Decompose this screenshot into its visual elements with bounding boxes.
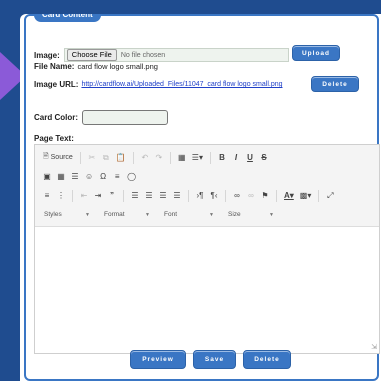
toolbar-row-4: Styles ▼ Format ▼ Font ▼ Size ▼ — [41, 205, 373, 224]
size-label: Size — [228, 211, 241, 218]
paste-icon[interactable]: 📋 — [114, 151, 128, 165]
link-icon[interactable]: ∞ — [231, 189, 243, 203]
toolbar-separator — [132, 151, 134, 164]
special-char-icon[interactable]: Ω — [97, 170, 109, 184]
ltr-icon[interactable]: ›¶ — [194, 189, 206, 203]
size-select[interactable]: Size ▼ — [225, 208, 277, 221]
align-left-icon[interactable]: ☰ — [129, 189, 141, 203]
align-center-icon[interactable]: ☰ — [143, 189, 155, 203]
toolbar-separator — [188, 189, 189, 202]
iframe-icon[interactable]: ◯ — [125, 170, 138, 184]
image-row: Image: Choose File No file chosen — [34, 48, 289, 62]
upload-button[interactable]: Upload — [292, 45, 340, 61]
toolbar-separator — [79, 151, 81, 164]
file-input[interactable]: Choose File No file chosen — [63, 48, 289, 62]
card-color-label: Card Color: — [34, 113, 78, 122]
page-break-icon[interactable]: ≡ — [111, 170, 123, 184]
styles-label: Styles — [44, 211, 62, 218]
image-url-label: Image URL: — [34, 80, 79, 89]
delete-image-button[interactable]: Delete — [311, 76, 359, 92]
indent-icon[interactable]: ⇥ — [92, 189, 104, 203]
chevron-down-icon: ▼ — [145, 211, 150, 218]
italic-icon[interactable]: I — [230, 151, 242, 165]
outdent-icon[interactable]: ⇤ — [78, 189, 90, 203]
font-label: Font — [164, 211, 178, 218]
toolbar-separator — [123, 189, 124, 202]
smiley-icon[interactable]: ☺ — [83, 170, 95, 184]
background-color-icon[interactable]: ▩▾ — [298, 189, 314, 203]
redo-icon[interactable]: ↷ — [153, 151, 165, 165]
delete-button[interactable]: Delete — [243, 350, 291, 369]
editor-content-area[interactable]: ⇲ — [35, 227, 379, 353]
horizontal-line-icon[interactable]: ☰ — [69, 170, 81, 184]
spellcheck-icon[interactable]: ☰▾ — [190, 151, 205, 165]
styles-select[interactable]: Styles ▼ — [41, 208, 93, 221]
card-color-row: Card Color: — [34, 110, 168, 125]
toolbar-separator — [209, 151, 211, 164]
justify-icon[interactable]: ☰ — [171, 189, 183, 203]
choose-file-button[interactable]: Choose File — [66, 49, 117, 61]
file-name-label: File Name: — [34, 62, 75, 71]
toolbar-row-2: ▣ ▦ ☰ ☺ Ω ≡ ◯ — [41, 167, 373, 186]
card-content-fieldset: Card Content Image: Choose File No file … — [24, 14, 380, 381]
source-icon: 🗎 — [43, 153, 49, 160]
cut-icon[interactable]: ✂ — [86, 151, 98, 165]
toolbar-row-3: ≡ ⋮ ⇤ ⇥ ” ☰ ☰ ☰ ☰ ›¶ ¶‹ ∞ ∞ ⚑ A▾ ▩▾ ⤢ — [41, 186, 373, 205]
blockquote-icon[interactable]: ” — [106, 189, 118, 203]
card-color-input[interactable] — [82, 110, 168, 125]
bulleted-list-icon[interactable]: ⋮ — [55, 189, 67, 203]
rich-text-editor: 🗎 Source ✂ ⧉ 📋 ↶ ↷ ▦ ☰▾ B I U S ▣ ▦ ☰ ☺ … — [34, 144, 380, 354]
image-label: Image: — [34, 50, 60, 60]
file-name-row: File Name: card flow logo small.png — [34, 62, 158, 71]
format-select[interactable]: Format ▼ — [101, 208, 153, 221]
table-icon[interactable]: ▦ — [55, 170, 67, 184]
image-url-row: Image URL: http://cardflow.ai/Uploaded_F… — [34, 80, 283, 89]
text-color-icon[interactable]: A▾ — [282, 189, 296, 203]
chevron-down-icon: ▼ — [85, 211, 90, 218]
rtl-icon[interactable]: ¶‹ — [208, 189, 220, 203]
toolbar-separator — [318, 189, 320, 202]
format-label: Format — [104, 211, 125, 218]
anchor-icon[interactable]: ⚑ — [259, 189, 271, 203]
maximize-icon[interactable]: ⤢ — [324, 189, 336, 203]
chevron-down-icon: ▼ — [269, 211, 274, 218]
image-icon[interactable]: ▣ — [41, 170, 53, 184]
unlink-icon[interactable]: ∞ — [245, 189, 257, 203]
no-file-text: No file chosen — [120, 51, 166, 59]
editor-toolbar: 🗎 Source ✂ ⧉ 📋 ↶ ↷ ▦ ☰▾ B I U S ▣ ▦ ☰ ☺ … — [35, 145, 379, 227]
align-right-icon[interactable]: ☰ — [157, 189, 169, 203]
bold-icon[interactable]: B — [216, 151, 228, 165]
source-button[interactable]: 🗎 Source — [41, 152, 75, 163]
file-name-value: card flow logo small.png — [77, 62, 158, 71]
image-url-link[interactable]: http://cardflow.ai/Uploaded_Files/11047_… — [81, 81, 282, 88]
toolbar-separator — [72, 189, 73, 202]
page-text-label: Page Text: — [34, 134, 74, 143]
toolbar-separator — [276, 189, 277, 202]
strikethrough-icon[interactable]: S — [258, 151, 270, 165]
chevron-down-icon: ▼ — [209, 211, 214, 218]
preview-button[interactable]: Preview — [130, 350, 186, 369]
copy-icon[interactable]: ⧉ — [100, 151, 112, 165]
numbered-list-icon[interactable]: ≡ — [41, 189, 53, 203]
undo-icon[interactable]: ↶ — [139, 151, 151, 165]
source-label: Source — [50, 154, 73, 161]
toolbar-row-1: 🗎 Source ✂ ⧉ 📋 ↶ ↷ ▦ ☰▾ B I U S — [41, 148, 373, 167]
card-content-panel: Card Content Image: Choose File No file … — [20, 14, 381, 381]
fieldset-legend: Card Content — [34, 14, 101, 22]
font-select[interactable]: Font ▼ — [161, 208, 217, 221]
toolbar-separator — [169, 151, 171, 164]
find-icon[interactable]: ▦ — [176, 151, 188, 165]
resize-grip-icon[interactable]: ⇲ — [371, 343, 377, 351]
underline-icon[interactable]: U — [244, 151, 256, 165]
toolbar-separator — [225, 189, 226, 202]
save-button[interactable]: Save — [193, 350, 236, 369]
